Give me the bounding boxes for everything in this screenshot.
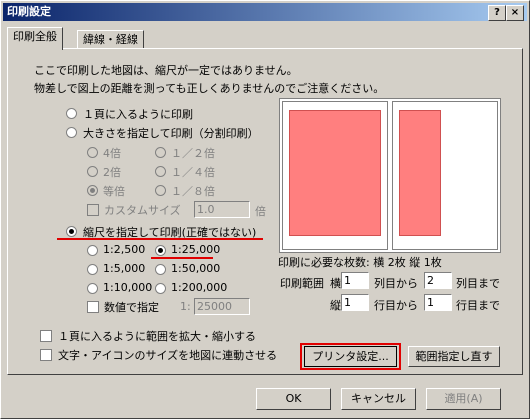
radio-half[interactable] xyxy=(155,147,166,158)
col-from-label: 列目から xyxy=(374,277,418,290)
print-settings-dialog: 印刷設定 × ? 印刷全般 緯線・経線 ここで印刷した地図は、縮尺が一定ではあり… xyxy=(0,0,530,419)
radio-scale-10000-label: 1:10,000 xyxy=(103,281,153,294)
radio-split-print[interactable] xyxy=(66,127,77,138)
radio-scale-50000[interactable] xyxy=(155,264,166,275)
radio-x1[interactable] xyxy=(87,185,98,196)
tab-print-general[interactable]: 印刷全般 xyxy=(7,27,63,50)
row-from-label: 行目から xyxy=(374,299,418,312)
radio-eighth[interactable] xyxy=(155,185,166,196)
radio-scale-25000[interactable] xyxy=(155,245,166,256)
apply-button[interactable]: 適用(A) xyxy=(426,388,501,410)
radio-eighth-label: １／８倍 xyxy=(171,185,215,198)
radio-dot xyxy=(69,229,74,234)
window-title: 印刷設定 xyxy=(7,5,51,18)
vertical-from-input[interactable]: 1 xyxy=(341,294,369,311)
preview-page-2 xyxy=(392,101,498,250)
notice-line-1: ここで印刷した地図は、縮尺が一定ではありません。 xyxy=(34,64,298,77)
radio-x4[interactable] xyxy=(87,147,98,158)
expand-to-page-label: １頁に入るように範囲を拡大・縮小する xyxy=(58,330,256,343)
vertical-to-input[interactable]: 1 xyxy=(424,294,452,311)
radio-x4-label: 4倍 xyxy=(103,147,121,160)
horizontal-label: 横 xyxy=(330,277,341,290)
radio-scale-print[interactable] xyxy=(66,226,77,237)
radio-x1-label: 等倍 xyxy=(103,185,125,198)
row-to-label: 行目まで xyxy=(456,299,500,312)
radio-scale-5000-label: 1:5,000 xyxy=(103,262,146,275)
radio-fit-one-page[interactable] xyxy=(66,108,77,119)
radio-scale-25000-label: 1:25,000 xyxy=(171,243,221,256)
required-pages-text: 印刷に必要な枚数: 横 2枚 縦 1枚 xyxy=(278,256,442,269)
close-icon[interactable]: × xyxy=(506,5,524,21)
expand-to-page-checkbox[interactable] xyxy=(40,330,52,342)
numeric-scale-label: 数値で指定 xyxy=(104,301,159,314)
reset-range-button[interactable]: 範囲指定し直す xyxy=(408,346,500,367)
preview-print-area xyxy=(399,110,441,236)
notice-line-2: 物差しで図上の距離を測っても正しくありませんのでご注意ください。 xyxy=(34,82,385,95)
preview-print-area xyxy=(289,110,381,236)
tab-label: 緯線・経線 xyxy=(83,33,138,46)
numeric-scale-input[interactable]: 25000 xyxy=(194,298,250,315)
preview-page-1 xyxy=(282,101,388,250)
link-size-label: 文字・アイコンのサイズを地図に連動させる xyxy=(58,349,278,362)
radio-x2[interactable] xyxy=(87,166,98,177)
print-preview xyxy=(279,98,501,253)
radio-scale-5000[interactable] xyxy=(87,264,98,275)
col-to-label: 列目まで xyxy=(456,277,500,290)
custom-size-unit: 倍 xyxy=(255,205,266,218)
highlight-underline xyxy=(151,257,213,259)
tab-grid-lines[interactable]: 緯線・経線 xyxy=(77,30,144,49)
radio-split-print-label: 大きさを指定して印刷（分割印刷） xyxy=(83,127,259,140)
tab-label: 印刷全般 xyxy=(13,30,57,43)
title-bar: 印刷設定 × ? xyxy=(3,3,527,21)
link-size-checkbox[interactable] xyxy=(40,349,52,361)
radio-half-label: １／２倍 xyxy=(171,147,215,160)
numeric-scale-prefix: 1: xyxy=(180,300,191,313)
custom-size-label: カスタムサイズ xyxy=(104,204,181,217)
radio-scale-200000-label: 1:200,000 xyxy=(171,281,228,294)
highlight-underline xyxy=(57,238,263,240)
radio-x2-label: 2倍 xyxy=(103,166,121,179)
ok-button[interactable]: OK xyxy=(256,388,331,410)
vertical-label: 縦 xyxy=(330,299,341,312)
horizontal-from-input[interactable]: 1 xyxy=(341,272,369,289)
help-icon[interactable]: ? xyxy=(488,5,506,21)
radio-scale-10000[interactable] xyxy=(87,283,98,294)
radio-quarter[interactable] xyxy=(155,166,166,177)
horizontal-to-input[interactable]: 2 xyxy=(424,272,452,289)
cancel-button[interactable]: キャンセル xyxy=(341,388,416,410)
radio-scale-50000-label: 1:50,000 xyxy=(171,262,221,275)
numeric-scale-checkbox[interactable] xyxy=(87,301,99,313)
radio-scale-2500[interactable] xyxy=(87,245,98,256)
radio-scale-200000[interactable] xyxy=(155,283,166,294)
custom-size-checkbox[interactable] xyxy=(87,204,99,216)
custom-size-input[interactable]: 1.0 xyxy=(194,201,250,218)
print-range-label: 印刷範囲 xyxy=(280,277,324,290)
radio-dot xyxy=(158,248,163,253)
radio-fit-one-page-label: １頁に入るように印刷 xyxy=(83,108,193,121)
radio-dot xyxy=(90,188,95,193)
radio-scale-2500-label: 1:2,500 xyxy=(103,243,146,256)
printer-settings-button[interactable]: プリンタ設定... xyxy=(304,346,397,367)
radio-quarter-label: １／４倍 xyxy=(171,166,215,179)
